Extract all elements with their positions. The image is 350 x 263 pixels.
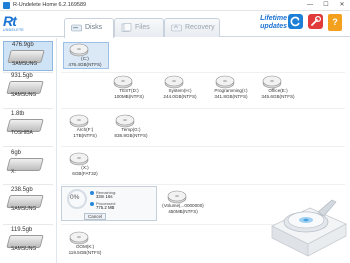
drive-name: SAMSUNG (11, 246, 37, 252)
drive-list: 476.9gb SAMSUNG 931.5gb SAMSUNG 1.8tb TO… (0, 38, 56, 263)
partition-item[interactable]: Temp(G:) 838.9GB(NTFS) (107, 114, 155, 142)
drive-item[interactable]: 238.5gb SAMSUNG (3, 187, 53, 217)
drive-item[interactable]: 931.5gb SAMSUNG (3, 73, 53, 103)
divider (3, 108, 53, 109)
app-icon (3, 2, 10, 9)
drive-item[interactable]: 6gb X: (3, 150, 53, 180)
drive-name: TOSHIBA (11, 130, 33, 136)
partition-disc-icon (113, 75, 133, 89)
partition-disc-icon (69, 43, 89, 57)
help-icon: ? (332, 17, 338, 27)
window-title: R-Undelete Home 6.2.169589 (13, 2, 87, 8)
partition-label: System(H:) 244.0GB(NTFS) (163, 88, 197, 99)
wrench-icon (311, 15, 322, 26)
scan-progress-panel: 0% Remaining: 33m 16s Processed: 775.2 M… (61, 186, 157, 221)
drive-item[interactable]: 1.8tb TOSHIBA (3, 111, 53, 141)
partition-disc-icon (262, 75, 282, 89)
drive-size: 238.5gb (11, 187, 33, 193)
drive-item[interactable]: 476.9gb SAMSUNG (3, 41, 53, 71)
maximize-button[interactable]: ☐ (318, 0, 334, 11)
partition-disc-icon (164, 75, 184, 89)
refresh-icon (290, 16, 300, 27)
drive-size: 119.5gb (11, 227, 33, 233)
partition-label: Office(E:) 345.6GB(NTFS) (261, 88, 295, 99)
status-dot (90, 191, 94, 195)
drive-size: 931.5gb (11, 73, 33, 79)
app-header: Rt UNDELETE Disks Files Recovery Lifetim… (0, 11, 350, 38)
lifetime-line1: Lifetime (260, 15, 287, 22)
partition-disc-icon (115, 114, 135, 128)
tools-button[interactable] (308, 14, 323, 29)
partition-disc-icon (69, 114, 89, 128)
drive-name: SAMSUNG (11, 92, 37, 98)
tab-recovery-label: Recovery (185, 24, 215, 31)
divider (3, 146, 53, 147)
cancel-button[interactable]: Cancel (84, 213, 106, 220)
app-logo: Rt UNDELETE (3, 14, 41, 36)
partition-label: TEST(D:) 100MB(NTFS) (114, 88, 144, 99)
drive-size: 476.9gb (12, 42, 34, 48)
drive-size: 1.8tb (11, 111, 25, 117)
lifetime-updates-badge[interactable]: Lifetime updates (257, 15, 287, 31)
hard-drive-illustration (271, 199, 347, 257)
close-button[interactable]: ✕ (334, 0, 350, 11)
tab-disks-label: Disks (85, 24, 103, 31)
partition-label: OOM(K:) 119.5GB(NTFS) (68, 244, 102, 255)
partition-disc-icon (69, 152, 89, 166)
drive-name: X: (11, 169, 16, 175)
partition-item[interactable]: System(H:) 244.0GB(NTFS) (156, 75, 204, 103)
divider (61, 146, 345, 147)
tab-disks[interactable]: Disks (64, 18, 114, 38)
partition-label: (Volume{...0000000} 450MB(NTFS) (162, 203, 204, 214)
divider (3, 224, 53, 225)
logo-mark: Rt (3, 13, 17, 29)
files-icon (121, 23, 132, 32)
partition-item[interactable]: Programming(I:) 341.8GB(NTFS) (207, 75, 255, 103)
partition-item[interactable]: (Volume{...0000000} 450MB(NTFS) (159, 190, 207, 218)
drive-size: 6gb (11, 150, 22, 156)
partition-disc-icon (215, 75, 235, 89)
drive-item[interactable]: 119.5gb SAMSUNG (3, 227, 53, 257)
partition-label: (X:) 6GB(FAT32) (72, 165, 98, 176)
minimize-button[interactable]: — (302, 0, 318, 11)
divider (61, 108, 345, 109)
partition-disc-icon (69, 231, 89, 245)
partition-label: (C:) 476.4GB(NTFS) (68, 56, 102, 67)
partition-label: Temp(G:) 838.9GB(NTFS) (114, 127, 148, 138)
progress-percent: 0% (70, 194, 80, 201)
drive-name: SAMSUNG (12, 61, 38, 67)
partition-item[interactable]: TEST(D:) 100MB(NTFS) (105, 75, 153, 103)
partition-label: Programming(I:) 341.8GB(NTFS) (214, 88, 248, 99)
divider (3, 184, 53, 185)
drive-name: SAMSUNG (11, 206, 37, 212)
partition-disc-icon (167, 190, 187, 204)
refresh-button[interactable] (288, 14, 303, 29)
partition-label: Arch(F:) 1TB(NTFS) (73, 127, 97, 138)
title-bar: R-Undelete Home 6.2.169589 — ☐ ✕ (0, 0, 350, 11)
tab-files-label: Files (135, 24, 150, 31)
divider (61, 72, 345, 73)
remaining-value: 33m 16s (96, 194, 113, 199)
partition-item[interactable]: (C:) 476.4GB(NTFS) (61, 42, 109, 71)
tab-recovery[interactable]: Recovery (164, 18, 220, 37)
help-button[interactable]: ? (328, 14, 342, 31)
recovery-icon (171, 24, 182, 32)
tab-files[interactable]: Files (114, 18, 164, 37)
partition-item[interactable]: (X:) 6GB(FAT32) (61, 152, 109, 180)
partition-item[interactable]: Office(E:) 345.6GB(NTFS) (254, 75, 302, 103)
processed-value: 775.2 MB (96, 205, 115, 210)
logo-subtitle: UNDELETE (3, 28, 25, 32)
status-dot (90, 202, 94, 206)
partition-item[interactable]: Arch(F:) 1TB(NTFS) (61, 114, 109, 142)
lifetime-line2: updates (260, 23, 287, 30)
partition-item[interactable]: OOM(K:) 119.5GB(NTFS) (61, 231, 109, 259)
disks-icon (71, 24, 82, 32)
